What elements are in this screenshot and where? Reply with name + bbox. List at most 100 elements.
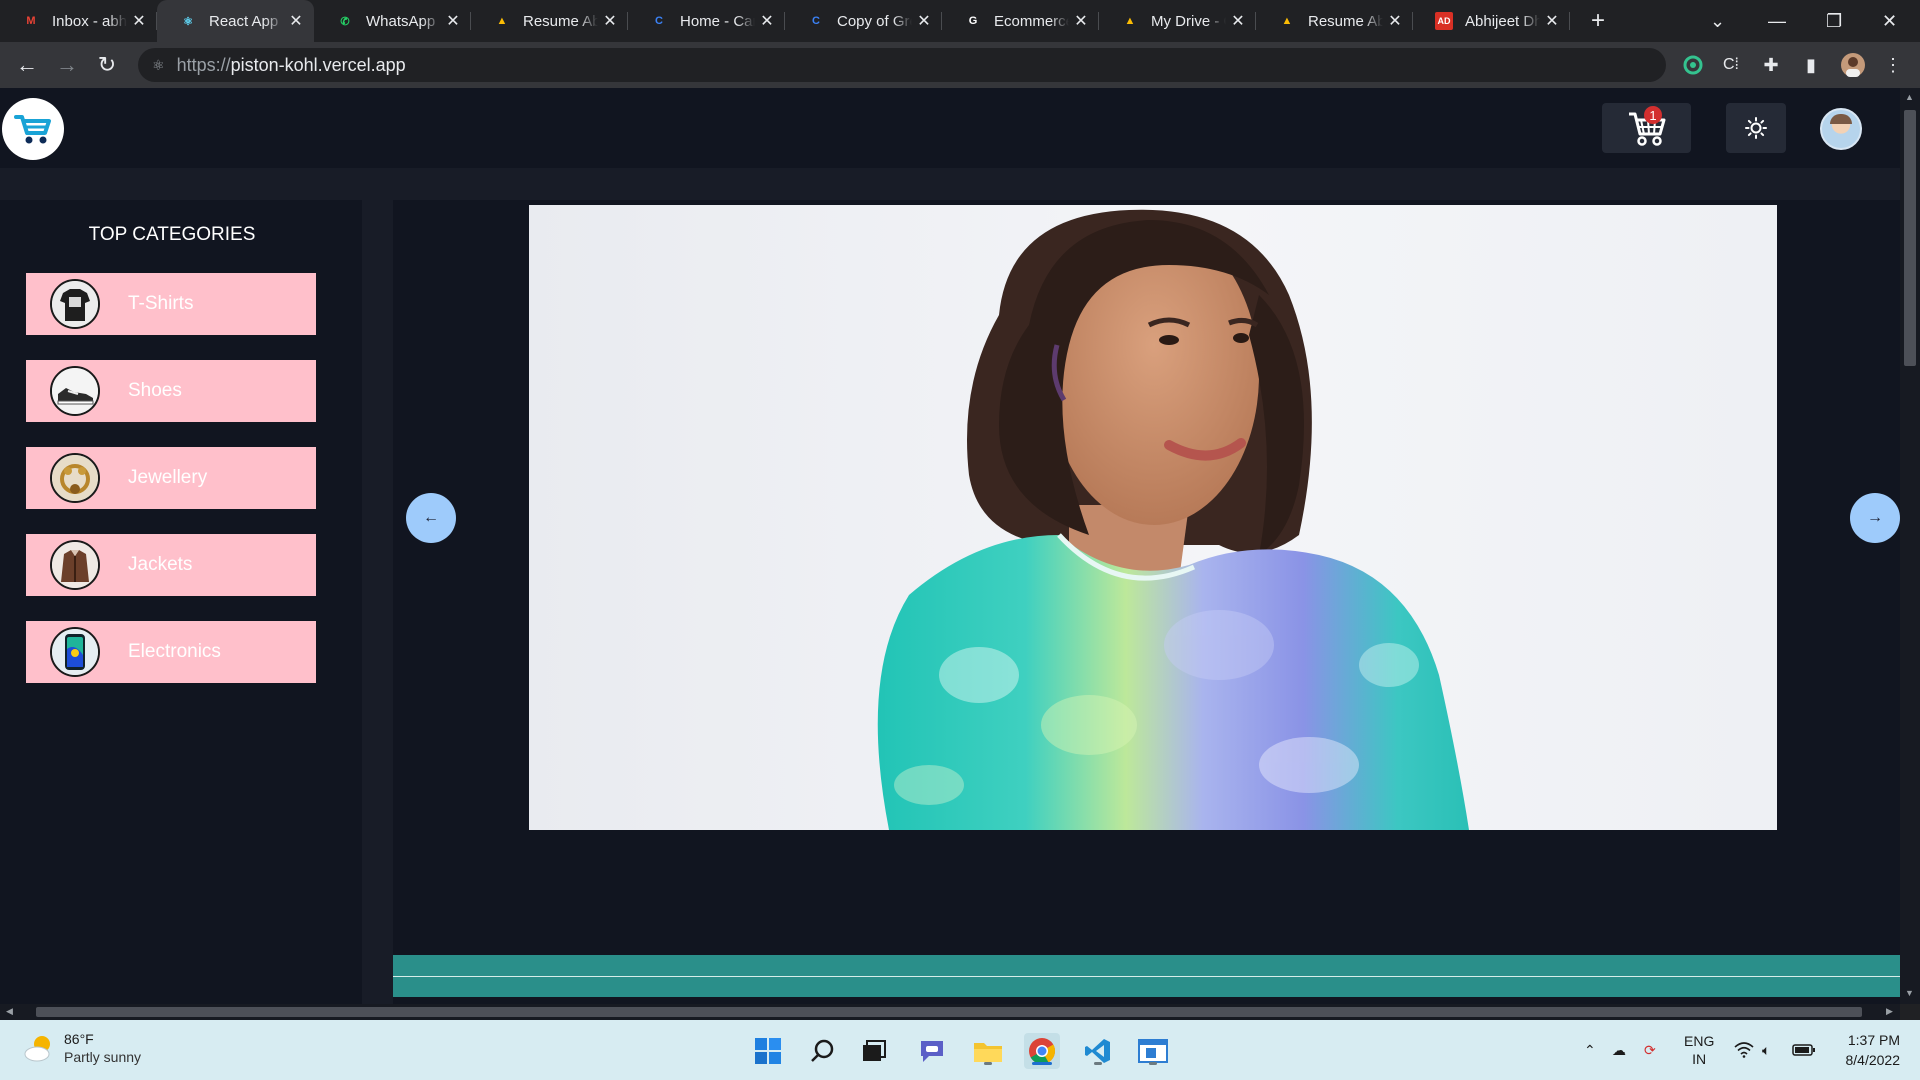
category-label: Shoes bbox=[128, 380, 182, 401]
tab-close-icon[interactable]: ✕ bbox=[445, 11, 461, 31]
tab-close-icon[interactable]: ✕ bbox=[1230, 11, 1246, 31]
url-protocol: https:// bbox=[176, 54, 231, 75]
close-window-button[interactable]: ✕ bbox=[1882, 0, 1897, 42]
browser-tab[interactable]: C Home - Canva✕ bbox=[628, 0, 785, 42]
volume-icon[interactable]: 🔈︎ bbox=[1762, 1020, 1770, 1080]
scroll-down-icon[interactable]: ▼ bbox=[1905, 988, 1914, 998]
carousel-next-button[interactable]: → bbox=[1850, 493, 1900, 543]
restore-button[interactable]: ❐ bbox=[1826, 0, 1842, 42]
browser-tab[interactable]: ⚛ React App ✕ bbox=[157, 0, 314, 42]
language-indicator[interactable]: ENG IN bbox=[1684, 1020, 1714, 1080]
vertical-scrollbar[interactable]: ▲ ▼ bbox=[1900, 88, 1920, 1004]
teams-chat-button[interactable] bbox=[914, 1033, 950, 1069]
browser-tab[interactable]: ✆ WhatsApp ✕ bbox=[314, 0, 471, 42]
vertical-scroll-thumb[interactable] bbox=[1904, 110, 1916, 366]
partly-sunny-icon bbox=[24, 1036, 50, 1062]
browser-tab[interactable]: ▲ Resume Abhijeet✕ bbox=[1256, 0, 1413, 42]
scroll-right-icon[interactable]: ▶ bbox=[1886, 1006, 1893, 1017]
clock-time: 1:37 PM bbox=[1847, 1032, 1900, 1048]
back-button[interactable]: ← bbox=[7, 52, 47, 78]
scroll-up-icon[interactable]: ▲ bbox=[1905, 92, 1914, 102]
weather-description: Partly sunny bbox=[64, 1049, 142, 1065]
tab-title: Resume Abhijeet bbox=[1308, 12, 1383, 30]
canva-icon: C bbox=[812, 15, 820, 27]
user-avatar[interactable] bbox=[1820, 108, 1862, 150]
horizontal-scroll-thumb[interactable] bbox=[36, 1007, 1862, 1017]
browser-tab[interactable]: ▲ Resume Abhijeet✕ bbox=[471, 0, 628, 42]
tab-title: Inbox - abhijeet bbox=[52, 12, 127, 30]
tab-close-icon[interactable]: ✕ bbox=[1387, 11, 1403, 31]
browser-tab[interactable]: ▲ My Drive - Google✕ bbox=[1099, 0, 1256, 42]
category-item-shoes[interactable]: Shoes bbox=[26, 360, 316, 422]
url-host: piston-kohl.vercel.app bbox=[230, 54, 406, 75]
weather-widget[interactable]: 86°F Partly sunny bbox=[22, 1030, 141, 1066]
browser-tab[interactable]: AD Abhijeet Dhas✕ bbox=[1413, 0, 1570, 42]
app-window-button[interactable] bbox=[1135, 1033, 1171, 1069]
windows-logo-icon bbox=[755, 1038, 781, 1064]
clock-date: 8/4/2022 bbox=[1845, 1052, 1901, 1068]
scroll-left-icon[interactable]: ◀ bbox=[6, 1006, 13, 1017]
theme-toggle-button[interactable] bbox=[1726, 103, 1786, 153]
tab-title: WhatsApp bbox=[366, 12, 436, 30]
system-clock[interactable]: 1:37 PM 8/4/2022 bbox=[1820, 1030, 1901, 1070]
folder-icon bbox=[974, 1043, 1002, 1062]
profile-icon[interactable] bbox=[1840, 52, 1866, 78]
minimize-button[interactable]: — bbox=[1768, 0, 1786, 42]
browser-tab[interactable]: G Ecommerce ✕ bbox=[942, 0, 1099, 42]
vscode-button[interactable] bbox=[1080, 1033, 1116, 1069]
start-menu-button[interactable] bbox=[750, 1033, 786, 1069]
tab-search-icon[interactable]: ⌄ bbox=[1710, 0, 1725, 42]
forward-button[interactable]: → bbox=[47, 52, 87, 78]
footer-bar bbox=[393, 955, 1900, 997]
category-item-jackets[interactable]: Jackets bbox=[26, 534, 316, 596]
new-tab-button[interactable]: + bbox=[1578, 7, 1618, 35]
onedrive-tray-icon[interactable]: ☁ bbox=[1612, 1020, 1626, 1080]
tab-close-icon[interactable]: ✕ bbox=[1073, 11, 1089, 31]
horizontal-scrollbar[interactable]: ◀ ▶ bbox=[0, 1004, 1900, 1020]
google-icon: G bbox=[968, 15, 978, 27]
task-view-icon bbox=[863, 1040, 886, 1061]
sync-tray-icon[interactable]: ⟳ bbox=[1644, 1020, 1656, 1080]
google-drive-icon: ▲ bbox=[496, 15, 508, 27]
tab-title: Abhijeet Dhas bbox=[1465, 12, 1540, 30]
tab-close-icon[interactable]: ✕ bbox=[131, 11, 147, 31]
region-code: IN bbox=[1692, 1051, 1707, 1067]
browser-menu-icon[interactable]: ⋮ bbox=[1880, 52, 1906, 78]
tab-close-icon[interactable]: ✕ bbox=[288, 11, 304, 31]
side-panel-icon[interactable]: ▮ bbox=[1798, 52, 1824, 78]
tab-close-icon[interactable]: ✕ bbox=[602, 11, 618, 31]
browser-tab[interactable]: C Copy of Green✕ bbox=[785, 0, 942, 42]
ad-icon: AD bbox=[1435, 12, 1453, 30]
carousel-banner-image bbox=[529, 205, 1777, 830]
show-hidden-icons-button[interactable]: ⌃ bbox=[1584, 1020, 1596, 1080]
address-bar[interactable]: ⚛ https://piston-kohl.vercel.app bbox=[138, 48, 1666, 82]
search-button[interactable] bbox=[805, 1033, 841, 1069]
category-item-electronics[interactable]: Electronics bbox=[26, 621, 316, 683]
extension-c-icon[interactable]: C⁞ bbox=[1718, 52, 1744, 78]
app-header: 1 bbox=[0, 88, 1900, 168]
window-app-icon bbox=[1138, 1039, 1168, 1063]
reload-button[interactable]: ↻ bbox=[87, 52, 127, 78]
category-item-tshirts[interactable]: T-Shirts bbox=[26, 273, 316, 335]
category-label: Jewellery bbox=[128, 467, 208, 488]
chrome-button[interactable] bbox=[1024, 1033, 1060, 1069]
tab-title: React App bbox=[209, 12, 279, 30]
task-view-button[interactable] bbox=[856, 1033, 892, 1069]
language-code: ENG bbox=[1684, 1033, 1715, 1049]
tab-close-icon[interactable]: ✕ bbox=[1544, 11, 1560, 31]
category-item-jewellery[interactable]: Jewellery bbox=[26, 447, 316, 509]
tab-close-icon[interactable]: ✕ bbox=[916, 11, 932, 31]
shop-logo[interactable] bbox=[2, 98, 64, 160]
tab-list: MInbox - abhijeet✕⚛React App✕✆WhatsApp✕▲… bbox=[0, 0, 1570, 42]
wifi-icon[interactable] bbox=[1734, 1020, 1754, 1080]
site-info-icon[interactable]: ⚛ bbox=[152, 57, 165, 74]
tab-close-icon[interactable]: ✕ bbox=[759, 11, 775, 31]
browser-tab[interactable]: M Inbox - abhijeet✕ bbox=[0, 0, 157, 42]
file-explorer-button[interactable] bbox=[970, 1033, 1006, 1069]
carousel-prev-button[interactable]: ← bbox=[406, 493, 456, 543]
extension-circle-icon[interactable] bbox=[1680, 52, 1706, 78]
extensions-puzzle-icon[interactable]: ✚ bbox=[1758, 52, 1784, 78]
cart-button[interactable]: 1 bbox=[1602, 103, 1691, 153]
model-tie-dye-tshirt-photo bbox=[877, 209, 1469, 830]
battery-icon[interactable] bbox=[1792, 1020, 1816, 1080]
